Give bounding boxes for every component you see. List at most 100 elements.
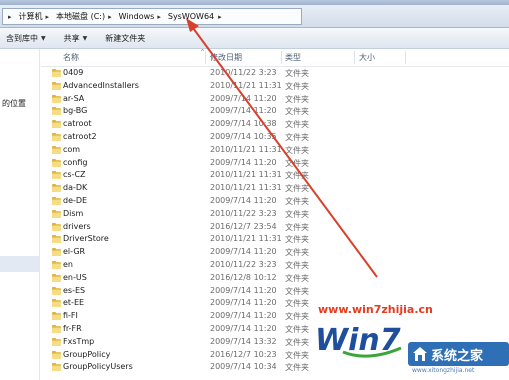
- file-type: 文件夹: [285, 363, 309, 373]
- file-row[interactable]: ar-SA 2009/7/14 11:20 文件夹: [41, 93, 509, 106]
- file-row[interactable]: 0409 2010/11/22 3:23 文件夹: [41, 67, 509, 80]
- breadcrumb-root-arrow[interactable]: ▸: [3, 9, 17, 24]
- breadcrumb-item-local-disk[interactable]: 本地磁盘 (C:) ▸: [54, 9, 117, 24]
- file-row[interactable]: en 2010/11/22 3:23 文件夹: [41, 259, 509, 272]
- file-modified-date: 2016/12/7 10:23: [210, 349, 277, 359]
- column-name-header[interactable]: 名称: [63, 52, 79, 63]
- file-name: com: [63, 144, 81, 154]
- file-type: 文件夹: [285, 209, 309, 219]
- file-modified-date: 2010/11/22 3:23: [210, 68, 277, 77]
- file-name: bg-BG: [63, 106, 88, 116]
- file-name: drivers: [63, 221, 91, 231]
- folder-icon: [52, 248, 61, 257]
- command-toolbar: 含到库中 ▼ 共享 ▼ 新建文件夹: [0, 28, 509, 49]
- breadcrumb-item-syswow64[interactable]: SysWOW64 ▸: [166, 9, 224, 24]
- file-name: en: [63, 259, 73, 269]
- chevron-right-icon: ▸: [157, 12, 161, 21]
- address-bar[interactable]: ▸ 计算机 ▸ 本地磁盘 (C:) ▸ Windows ▸ SysWOW64 ▸: [0, 5, 509, 28]
- file-row[interactable]: drivers 2016/12/7 23:54 文件夹: [41, 221, 509, 234]
- navigation-pane[interactable]: 的位置: [0, 49, 40, 380]
- file-modified-date: 2010/11/22 3:23: [210, 208, 277, 218]
- folder-icon: [52, 273, 61, 282]
- file-row[interactable]: cs-CZ 2010/11/21 11:31 文件夹: [41, 169, 509, 182]
- file-row[interactable]: Dism 2010/11/22 3:23 文件夹: [41, 208, 509, 221]
- chevron-right-icon: ▸: [45, 12, 50, 21]
- file-modified-date: 2010/11/21 11:31: [210, 80, 282, 90]
- file-name: Dism: [63, 208, 84, 218]
- folder-icon: [52, 363, 61, 372]
- file-modified-date: 2009/7/14 11:20: [210, 311, 277, 321]
- column-divider[interactable]: [281, 51, 282, 64]
- column-divider[interactable]: [354, 51, 355, 64]
- file-type: 文件夹: [285, 286, 309, 296]
- folder-icon: [52, 158, 61, 167]
- file-row[interactable]: com 2010/11/21 11:31 文件夹: [41, 144, 509, 157]
- file-name: config: [63, 157, 88, 167]
- column-date-header[interactable]: 修改日期: [210, 52, 242, 63]
- breadcrumb-item-windows[interactable]: Windows ▸: [117, 9, 166, 24]
- file-row[interactable]: fr-FR 2009/7/14 11:20 文件夹: [41, 323, 509, 336]
- nav-item-label[interactable]: 的位置: [2, 98, 26, 109]
- file-row[interactable]: en-US 2016/12/8 10:12 文件夹: [41, 272, 509, 285]
- folder-icon: [52, 324, 61, 333]
- file-name: FxsTmp: [63, 336, 95, 346]
- share-button[interactable]: 共享 ▼: [58, 33, 94, 44]
- breadcrumb[interactable]: ▸ 计算机 ▸ 本地磁盘 (C:) ▸ Windows ▸ SysWOW64 ▸: [2, 8, 302, 25]
- file-name: da-DK: [63, 183, 88, 193]
- file-modified-date: 2010/11/21 11:31: [210, 234, 282, 244]
- file-name: et-EE: [63, 298, 85, 308]
- file-type: 文件夹: [285, 107, 309, 117]
- column-divider[interactable]: [405, 51, 406, 64]
- column-size-header[interactable]: 大小: [359, 52, 375, 63]
- column-type-header[interactable]: 类型: [285, 52, 301, 63]
- file-modified-date: 2009/7/14 13:32: [210, 336, 277, 346]
- breadcrumb-item-computer[interactable]: 计算机 ▸: [17, 9, 55, 24]
- file-type: 文件夹: [285, 158, 309, 168]
- folder-icon: [52, 222, 61, 231]
- file-row[interactable]: es-ES 2009/7/14 11:20 文件夹: [41, 285, 509, 298]
- file-row[interactable]: el-GR 2009/7/14 11:20 文件夹: [41, 246, 509, 259]
- chevron-right-icon: ▸: [8, 12, 12, 21]
- folder-icon: [52, 209, 61, 218]
- xitongzhijia-badge: 系统之家: [408, 342, 509, 366]
- file-row[interactable]: AdvancedInstallers 2010/11/21 11:31 文件夹: [41, 80, 509, 93]
- column-divider[interactable]: [205, 51, 206, 64]
- file-modified-date: 2009/7/14 10:34: [210, 362, 277, 372]
- file-row[interactable]: config 2009/7/14 11:20 文件夹: [41, 157, 509, 170]
- file-row[interactable]: bg-BG 2009/7/14 11:20 文件夹: [41, 105, 509, 118]
- nav-selected-item[interactable]: [0, 256, 39, 272]
- file-row[interactable]: catroot 2009/7/14 10:38 文件夹: [41, 118, 509, 131]
- file-modified-date: 2009/7/14 11:20: [210, 157, 277, 167]
- file-name: cs-CZ: [63, 170, 86, 180]
- file-name: fr-FR: [63, 323, 82, 333]
- file-name: catroot: [63, 119, 92, 129]
- file-row[interactable]: de-DE 2009/7/14 11:20 文件夹: [41, 195, 509, 208]
- include-in-library-button[interactable]: 含到库中 ▼: [0, 33, 52, 44]
- column-header: 名称 ^ 修改日期 类型 大小: [41, 49, 509, 67]
- file-modified-date: 2009/7/14 11:20: [210, 247, 277, 257]
- folder-icon: [52, 81, 61, 90]
- file-row[interactable]: catroot2 2009/7/14 10:35 文件夹: [41, 131, 509, 144]
- folder-icon: [52, 350, 61, 359]
- file-name: AdvancedInstallers: [63, 80, 139, 90]
- file-type: 文件夹: [285, 222, 309, 232]
- file-row[interactable]: fi-FI 2009/7/14 11:20 文件夹: [41, 310, 509, 323]
- folder-icon: [52, 171, 61, 180]
- file-row[interactable]: DriverStore 2010/11/21 11:31 文件夹: [41, 233, 509, 246]
- file-row[interactable]: et-EE 2009/7/14 11:20 文件夹: [41, 297, 509, 310]
- file-type: 文件夹: [285, 260, 309, 270]
- new-folder-button[interactable]: 新建文件夹: [99, 33, 151, 44]
- file-name: es-ES: [63, 285, 86, 295]
- folder-icon: [52, 107, 61, 116]
- file-row[interactable]: da-DK 2010/11/21 11:31 文件夹: [41, 182, 509, 195]
- folder-icon: [52, 299, 61, 308]
- file-name: GroupPolicy: [63, 349, 111, 359]
- file-type: 文件夹: [285, 94, 309, 104]
- file-type: 文件夹: [285, 69, 309, 78]
- file-modified-date: 2009/7/14 10:35: [210, 131, 277, 141]
- folder-icon: [52, 337, 61, 346]
- file-modified-date: 2016/12/8 10:12: [210, 272, 277, 282]
- file-name: GroupPolicyUsers: [63, 362, 133, 372]
- file-modified-date: 2009/7/14 10:38: [210, 119, 277, 129]
- file-name: de-DE: [63, 195, 88, 205]
